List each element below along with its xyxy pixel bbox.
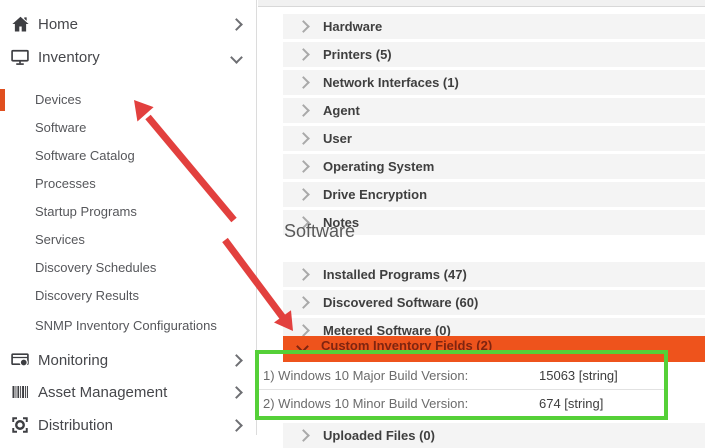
- chevron-down-icon: [230, 51, 243, 64]
- section-row-label: Custom Inventory Fields (2): [321, 338, 492, 353]
- sidebar-item-label: Inventory: [38, 49, 100, 66]
- sidebar-subitem-snmp-inventory-configurations[interactable]: SNMP Inventory Configurations: [35, 316, 217, 336]
- section-row-label: Agent: [323, 103, 360, 118]
- sidebar-subitem-devices[interactable]: Devices: [35, 90, 81, 110]
- chevron-right-icon: [297, 324, 310, 337]
- chevron-right-icon: [230, 386, 243, 399]
- chevron-right-icon: [230, 18, 243, 31]
- section-row-agent[interactable]: Agent: [283, 98, 705, 123]
- section-row-label: User: [323, 131, 352, 146]
- sidebar-item-home[interactable]: Home: [0, 12, 256, 36]
- chevron-right-icon: [230, 419, 243, 432]
- sidebar-item-label: Distribution: [38, 417, 113, 434]
- device-detail-panel: Hardware Printers (5) Network Interfaces…: [257, 0, 705, 435]
- chevron-right-icon: [297, 160, 310, 173]
- section-row-label: Hardware: [323, 19, 382, 34]
- sidebar-subitem-services[interactable]: Services: [35, 230, 85, 250]
- chevron-right-icon: [297, 296, 310, 309]
- custom-field-row: 2) Windows 10 Minor Build Version: 674 […: [258, 389, 668, 418]
- sidebar-subitem-discovery-results[interactable]: Discovery Results: [35, 286, 139, 306]
- chevron-right-icon: [297, 268, 310, 281]
- custom-field-row: 1) Windows 10 Major Build Version: 15063…: [258, 362, 668, 389]
- custom-field-value: 674 [string]: [539, 390, 603, 418]
- chevron-right-icon: [230, 354, 243, 367]
- chevron-right-icon: [297, 48, 310, 61]
- clipped-row-above: [258, 0, 705, 7]
- section-row-network-interfaces[interactable]: Network Interfaces (1): [283, 70, 705, 95]
- sidebar-item-distribution[interactable]: Distribution: [0, 413, 256, 437]
- home-icon: [10, 14, 30, 34]
- custom-field-value: 15063 [string]: [539, 362, 618, 389]
- sidebar-item-inventory[interactable]: Inventory: [0, 45, 256, 69]
- sidebar-nav: Home Inventory Devices Software Software…: [0, 0, 257, 435]
- software-section-heading: Software: [284, 221, 355, 242]
- monitor-icon: [10, 47, 30, 67]
- chevron-right-icon: [297, 429, 310, 442]
- section-row-label: Printers (5): [323, 47, 392, 62]
- section-row-user[interactable]: User: [283, 126, 705, 151]
- monitoring-screen-icon: [10, 350, 30, 370]
- barcode-icon: [10, 382, 30, 402]
- section-row-custom-inventory-fields[interactable]: Custom Inventory Fields (2): [283, 336, 705, 362]
- sidebar-subitem-software-catalog[interactable]: Software Catalog: [35, 146, 135, 166]
- section-row-label: Uploaded Files (0): [323, 428, 435, 443]
- sidebar-subitem-software[interactable]: Software: [35, 118, 86, 138]
- sidebar-item-label: Home: [38, 16, 78, 33]
- section-row-label: Discovered Software (60): [323, 295, 478, 310]
- chevron-down-icon: [296, 340, 309, 353]
- sidebar-item-label: Asset Management: [38, 384, 167, 401]
- custom-field-label: 1) Windows 10 Major Build Version:: [263, 362, 468, 389]
- section-row-label: Installed Programs (47): [323, 267, 467, 282]
- sidebar-subitem-discovery-schedules[interactable]: Discovery Schedules: [35, 258, 156, 278]
- chevron-right-icon: [297, 132, 310, 145]
- chevron-right-icon: [297, 188, 310, 201]
- sidebar-item-asset-management[interactable]: Asset Management: [0, 380, 256, 404]
- custom-field-label: 2) Windows 10 Minor Build Version:: [263, 390, 468, 418]
- kace-inventory-device-page: { "sidebar": { "items": [ {"label": "Hom…: [0, 0, 705, 435]
- section-row-drive-encryption[interactable]: Drive Encryption: [283, 182, 705, 207]
- chevron-right-icon: [297, 20, 310, 33]
- section-row-hardware[interactable]: Hardware: [283, 14, 705, 39]
- section-row-label: Network Interfaces (1): [323, 75, 459, 90]
- target-icon: [10, 415, 30, 435]
- section-row-uploaded-files[interactable]: Uploaded Files (0): [283, 423, 705, 448]
- section-row-printers[interactable]: Printers (5): [283, 42, 705, 67]
- chevron-right-icon: [297, 104, 310, 117]
- sidebar-subitem-startup-programs[interactable]: Startup Programs: [35, 202, 137, 222]
- chevron-right-icon: [297, 76, 310, 89]
- section-row-discovered-software[interactable]: Discovered Software (60): [283, 290, 705, 315]
- sidebar-subitem-processes[interactable]: Processes: [35, 174, 96, 194]
- section-row-label: Drive Encryption: [323, 187, 427, 202]
- section-row-operating-system[interactable]: Operating System: [283, 154, 705, 179]
- section-row-installed-programs[interactable]: Installed Programs (47): [283, 262, 705, 287]
- section-row-label: Operating System: [323, 159, 434, 174]
- active-item-marker: [0, 89, 5, 111]
- sidebar-item-label: Monitoring: [38, 352, 108, 369]
- sidebar-item-monitoring[interactable]: Monitoring: [0, 348, 256, 372]
